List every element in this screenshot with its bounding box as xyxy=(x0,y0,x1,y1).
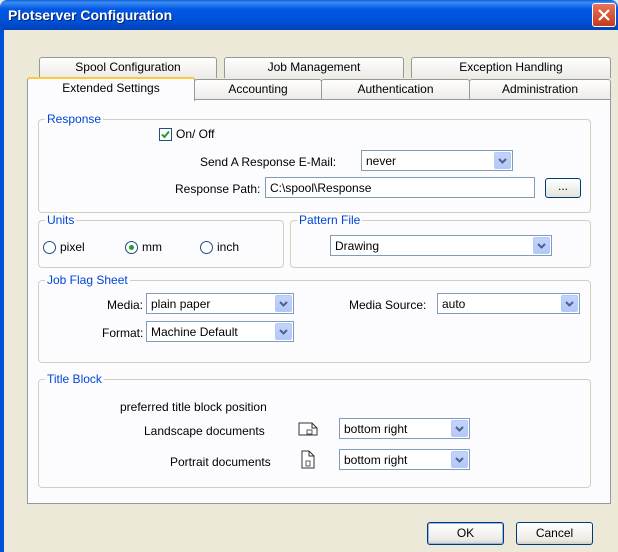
tab-exception-handling[interactable]: Exception Handling xyxy=(411,57,611,78)
close-button[interactable] xyxy=(592,3,616,27)
title-block-group-label: Title Block xyxy=(45,372,104,386)
units-inch-label: inch xyxy=(217,240,240,254)
email-dropdown-button[interactable] xyxy=(494,152,511,169)
landscape-position-value: bottom right xyxy=(344,422,408,436)
portrait-document-icon xyxy=(301,450,315,469)
tab-spool-configuration[interactable]: Spool Configuration xyxy=(39,57,217,78)
ok-button-label: OK xyxy=(456,526,475,540)
units-pixel-label: pixel xyxy=(60,240,85,254)
units-inch-radio[interactable] xyxy=(200,241,213,254)
tab-accounting[interactable]: Accounting xyxy=(194,79,322,100)
tab-panel: Response On/ Off Send A Response E-Mail:… xyxy=(27,99,611,504)
job-flag-sheet-group: Job Flag Sheet Media: plain paper Media … xyxy=(38,273,591,363)
tab-administration[interactable]: Administration xyxy=(469,79,611,100)
media-label: Media: xyxy=(107,298,144,312)
landscape-position-select[interactable]: bottom right xyxy=(339,418,470,439)
tab-label: Accounting xyxy=(228,82,288,96)
response-onoff-checkbox[interactable] xyxy=(159,128,172,141)
title-bar[interactable]: Plotserver Configuration xyxy=(0,0,618,30)
response-group-label: Response xyxy=(45,112,104,126)
units-mm-label: mm xyxy=(142,240,162,254)
units-mm-radio[interactable] xyxy=(125,241,138,254)
pattern-file-value: Drawing xyxy=(335,239,380,253)
portrait-position-value: bottom right xyxy=(344,453,408,467)
chevron-down-icon xyxy=(537,243,546,249)
cancel-button-label: Cancel xyxy=(535,526,574,540)
media-value: plain paper xyxy=(151,297,211,311)
pattern-file-group: Pattern File Drawing xyxy=(290,213,591,268)
landscape-document-icon xyxy=(298,422,318,436)
units-group-label: Units xyxy=(45,213,77,227)
pattern-file-dropdown-button[interactable] xyxy=(533,237,550,254)
tab-label: Administration xyxy=(501,82,579,96)
response-onoff-label: On/ Off xyxy=(176,127,215,141)
browse-button-label: ... xyxy=(557,179,568,193)
portrait-position-select[interactable]: bottom right xyxy=(339,449,470,470)
format-dropdown-button[interactable] xyxy=(275,323,292,340)
media-source-label: Media Source: xyxy=(349,298,427,312)
format-value: Machine Default xyxy=(151,325,238,339)
tab-label: Job Management xyxy=(267,60,361,74)
radio-selected-dot xyxy=(129,245,134,250)
portrait-label: Portrait documents xyxy=(170,455,271,469)
media-dropdown-button[interactable] xyxy=(275,295,292,312)
chevron-down-icon xyxy=(565,301,574,307)
portrait-dropdown-button[interactable] xyxy=(451,451,468,468)
close-icon xyxy=(598,9,610,21)
chevron-down-icon xyxy=(455,426,464,432)
chevron-down-icon xyxy=(279,301,288,307)
response-path-label: Response Path: xyxy=(175,182,261,196)
cancel-button[interactable]: Cancel xyxy=(516,522,593,545)
email-select-value: never xyxy=(366,154,397,168)
chevron-down-icon xyxy=(498,158,507,164)
media-source-value: auto xyxy=(442,297,466,311)
pattern-file-group-label: Pattern File xyxy=(297,213,363,227)
landscape-label: Landscape documents xyxy=(144,424,265,438)
tab-label: Authentication xyxy=(357,82,434,96)
ok-button[interactable]: OK xyxy=(427,522,504,545)
title-block-group: Title Block preferred title block positi… xyxy=(38,372,591,488)
chevron-down-icon xyxy=(279,329,288,335)
tab-extended-settings[interactable]: Extended Settings xyxy=(27,77,195,101)
format-label: Format: xyxy=(102,326,144,340)
checkmark-icon xyxy=(161,130,170,139)
units-pixel-radio[interactable] xyxy=(43,241,56,254)
title-block-heading: preferred title block position xyxy=(120,400,267,414)
media-source-dropdown-button[interactable] xyxy=(561,295,578,312)
tab-job-management[interactable]: Job Management xyxy=(224,57,404,78)
email-select[interactable]: never xyxy=(361,150,513,171)
tab-label: Exception Handling xyxy=(459,60,563,74)
browse-button[interactable]: ... xyxy=(545,178,581,198)
dialog-window: Plotserver Configuration Spool Configura… xyxy=(0,0,618,552)
response-path-value: C:\spool\Response xyxy=(270,181,372,195)
email-label: Send A Response E-Mail: xyxy=(200,155,337,169)
media-source-select[interactable]: auto xyxy=(437,293,580,314)
media-select[interactable]: plain paper xyxy=(146,293,294,314)
tab-label: Spool Configuration xyxy=(75,60,181,74)
pattern-file-select[interactable]: Drawing xyxy=(330,235,552,256)
format-select[interactable]: Machine Default xyxy=(146,321,294,342)
response-group: Response On/ Off Send A Response E-Mail:… xyxy=(38,112,591,213)
units-group: Units pixel mm inch xyxy=(38,213,284,268)
job-flag-sheet-group-label: Job Flag Sheet xyxy=(45,273,130,287)
tab-label: Extended Settings xyxy=(62,81,160,95)
window-frame-left xyxy=(0,30,4,552)
landscape-dropdown-button[interactable] xyxy=(451,420,468,437)
tab-authentication[interactable]: Authentication xyxy=(321,79,470,100)
chevron-down-icon xyxy=(455,457,464,463)
response-path-field[interactable]: C:\spool\Response xyxy=(265,177,535,198)
window-title: Plotserver Configuration xyxy=(8,7,173,23)
